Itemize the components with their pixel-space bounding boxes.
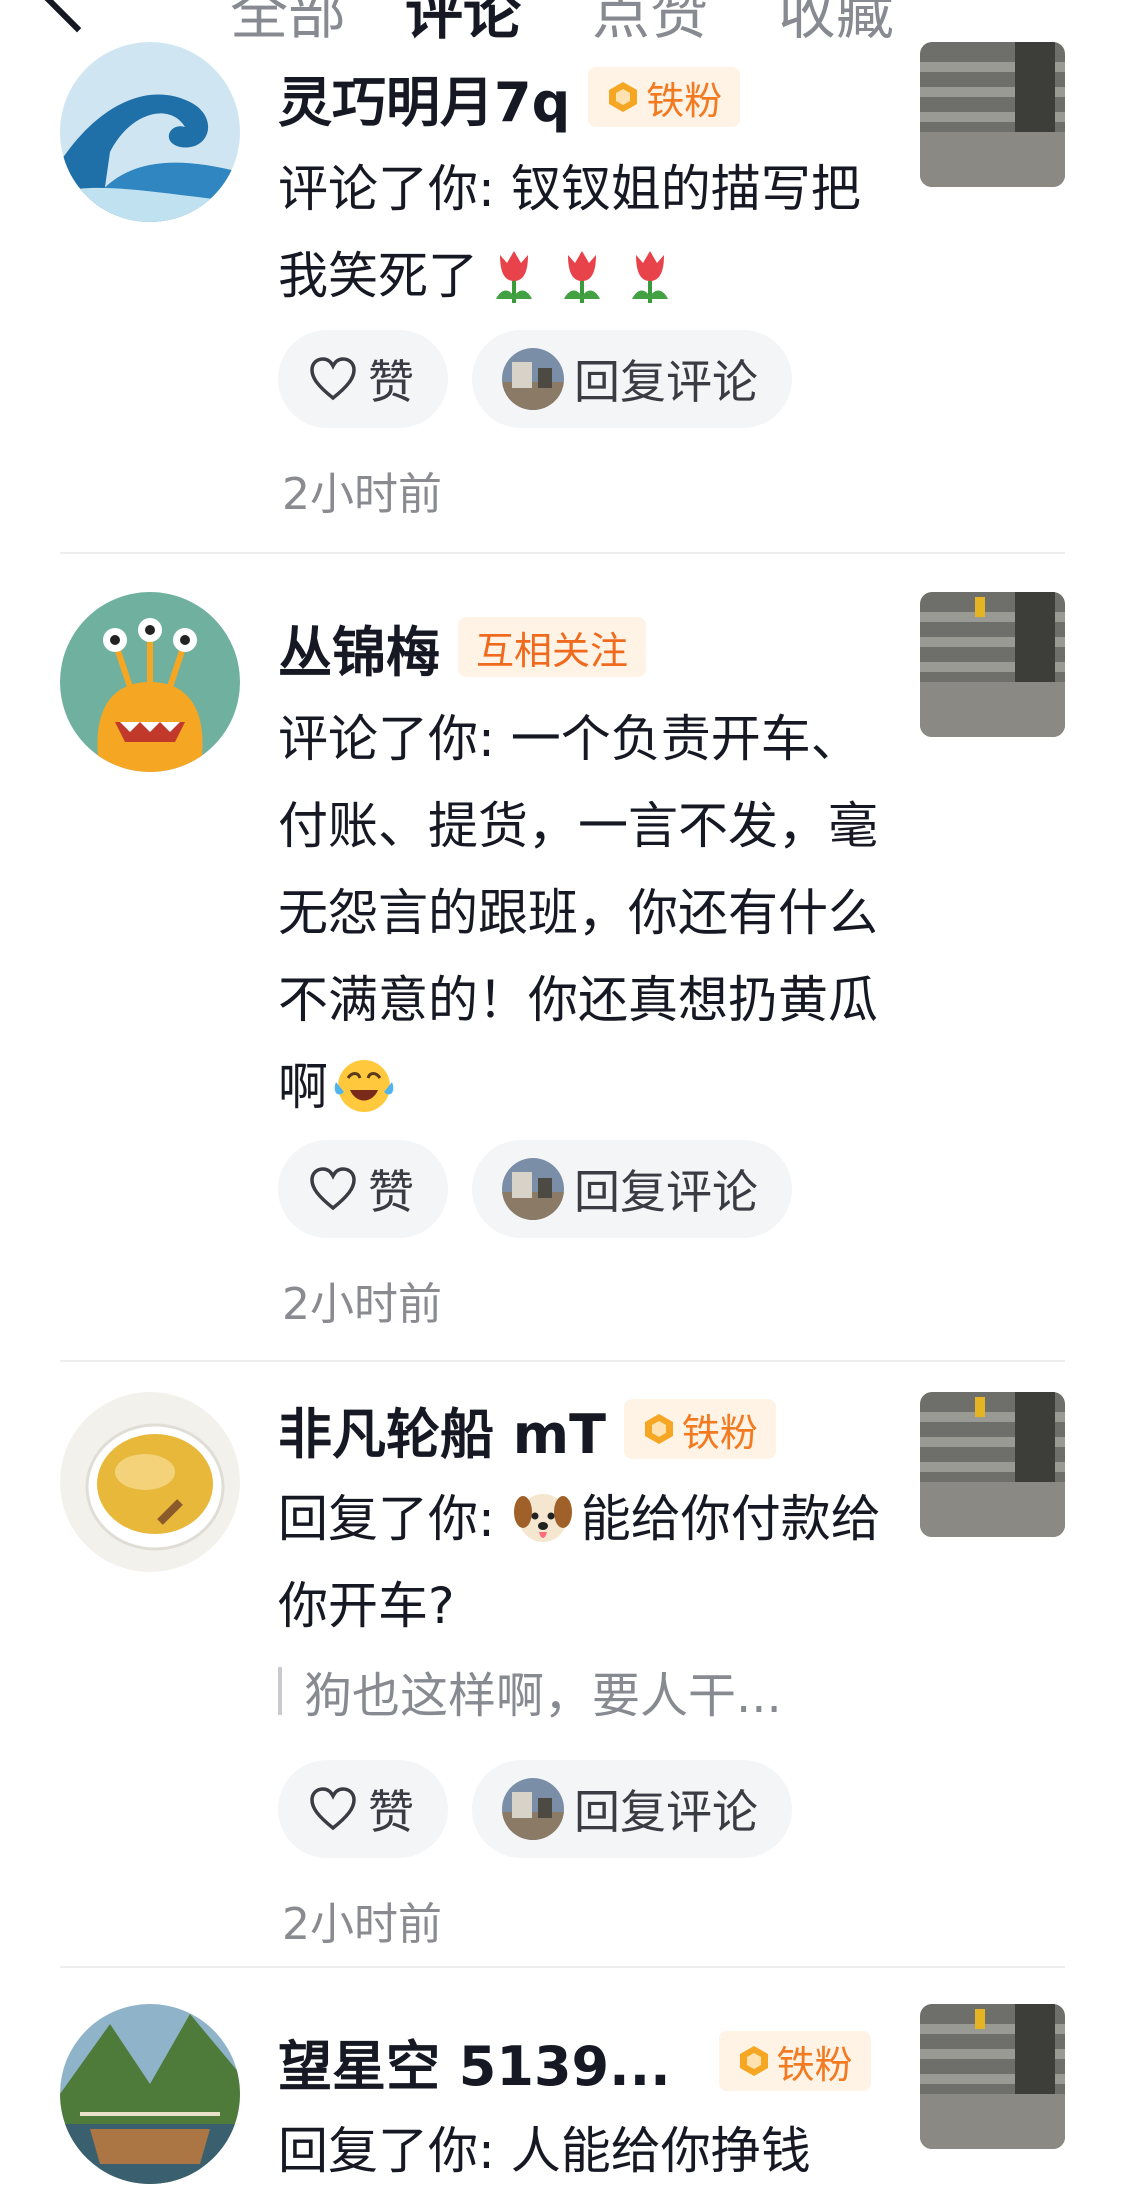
video-thumbnail[interactable] <box>920 2004 1065 2149</box>
hexagon-icon <box>609 82 638 112</box>
divider <box>60 1966 1065 1968</box>
username[interactable]: 非凡轮船 mT <box>278 1390 606 1469</box>
badge-label: 铁粉 <box>776 2042 853 2087</box>
heart-icon <box>310 1167 356 1211</box>
reply-comment-button[interactable]: 回复评论 <box>472 1140 792 1238</box>
like-button[interactable]: 赞 <box>278 1760 448 1858</box>
mutual-follow-badge: 互相关注 <box>458 617 647 677</box>
heart-icon <box>310 1787 356 1831</box>
iron-fan-badge: 铁粉 <box>588 67 741 127</box>
comment-text: 回复了你: 能给你付款给你开车? <box>278 1490 881 1635</box>
hexagon-icon <box>739 2046 768 2076</box>
timestamp: 2小时前 <box>282 1279 442 1330</box>
username[interactable]: 丛锦梅 <box>278 608 440 687</box>
reply-comment-button[interactable]: 回复评论 <box>472 330 792 428</box>
avatar[interactable] <box>60 2004 240 2184</box>
quoted-comment: 狗也这样啊，要人干... <box>278 1656 898 1726</box>
comment-text: 评论了你: 一个负责开车、付账、提货，一言不发，毫无怨言的跟班，你还有什么不满意… <box>278 710 878 1116</box>
video-thumbnail[interactable] <box>920 592 1065 737</box>
avatar[interactable] <box>60 42 240 222</box>
video-thumbnail[interactable] <box>920 1392 1065 1537</box>
badge-label: 铁粉 <box>646 78 723 123</box>
badge-label: 铁粉 <box>681 1410 758 1455</box>
avatar[interactable] <box>60 1392 240 1572</box>
like-button[interactable]: 赞 <box>278 330 448 428</box>
tab-likes[interactable]: 点赞 <box>592 0 708 48</box>
tab-all[interactable]: 全部 <box>230 0 346 48</box>
tab-comments[interactable]: 评论 <box>405 0 521 48</box>
heart-icon <box>310 357 356 401</box>
tulip-emoji <box>478 247 682 305</box>
dog-face-emoji <box>511 1490 581 1548</box>
timestamp: 2小时前 <box>282 1899 442 1950</box>
back-arrow-icon[interactable] <box>41 0 113 33</box>
my-avatar <box>502 348 564 410</box>
video-thumbnail[interactable] <box>920 42 1065 187</box>
laughing-crying-emoji <box>328 1058 396 1116</box>
reply-comment-button[interactable]: 回复评论 <box>472 1760 792 1858</box>
avatar[interactable] <box>60 592 240 772</box>
comment-text: 评论了你: 钗钗姐的描写把我笑死了 <box>278 160 861 305</box>
timestamp: 2小时前 <box>282 469 442 520</box>
divider <box>60 552 1065 554</box>
tab-favorites[interactable]: 收藏 <box>778 0 894 48</box>
username[interactable]: 望星空 5139... <box>278 2022 671 2101</box>
my-avatar <box>502 1778 564 1840</box>
iron-fan-badge: 铁粉 <box>623 1399 776 1459</box>
like-button[interactable]: 赞 <box>278 1140 448 1238</box>
divider <box>60 1360 1065 1362</box>
my-avatar <box>502 1158 564 1220</box>
comment-text: 回复了你: 人能给你挣钱 <box>278 2122 811 2180</box>
iron-fan-badge: 铁粉 <box>718 2031 871 2091</box>
username[interactable]: 灵巧明月7q <box>278 58 570 137</box>
hexagon-icon <box>644 1414 673 1444</box>
